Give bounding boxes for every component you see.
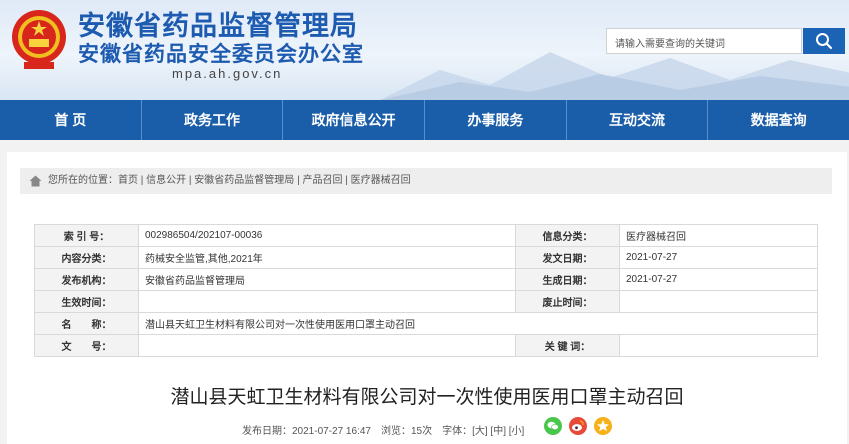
search-input[interactable]: 请输入需要查询的关键词: [606, 28, 802, 54]
table-row: 内容分类： 药械安全监管,其他,2021年 发文日期： 2021-07-27: [34, 246, 818, 269]
search-button[interactable]: [803, 28, 845, 54]
content-card: 您所在的位置：首页 | 信息公开 | 安徽省药品监督管理局 | 产品召回 | 医…: [7, 152, 847, 444]
table-row: 索 引 号： 002986504/202107-00036 信息分类： 医疗器械…: [34, 224, 818, 247]
nav-interaction[interactable]: 互动交流: [567, 100, 709, 140]
meta-label: 名 称：: [34, 312, 139, 335]
meta-value: 安徽省药品监督管理局: [138, 268, 516, 291]
national-emblem-icon: [12, 10, 66, 69]
meta-value: [138, 290, 516, 313]
publish-info: 发布日期：2021-07-27 16:47 浏览：15次 字体：[大] [中] …: [242, 426, 525, 437]
document-meta-table: 索 引 号： 002986504/202107-00036 信息分类： 医疗器械…: [34, 224, 818, 357]
meta-label: 废止时间：: [515, 290, 620, 313]
table-row: 文 号： 关 键 词：: [34, 334, 818, 357]
meta-label: 发布机构：: [34, 268, 139, 291]
nav-data-query[interactable]: 数据查询: [708, 100, 849, 140]
meta-value: 002986504/202107-00036: [138, 224, 516, 247]
meta-value: [619, 290, 818, 313]
table-row: 名 称： 潜山县天虹卫生材料有限公司对一次性使用医用口罩主动召回: [34, 312, 818, 335]
home-icon: [29, 175, 42, 187]
nav-services[interactable]: 办事服务: [425, 100, 567, 140]
meta-value: 2021-07-27: [619, 246, 818, 269]
qzone-share-button[interactable]: [594, 417, 612, 435]
meta-label: 关 键 词：: [515, 334, 620, 357]
breadcrumb-text[interactable]: 您所在的位置：首页 | 信息公开 | 安徽省药品监督管理局 | 产品召回 | 医…: [48, 175, 411, 186]
wechat-share-button[interactable]: [544, 417, 562, 435]
meta-label: 生成日期：: [515, 268, 620, 291]
meta-label: 内容分类：: [34, 246, 139, 269]
meta-label: 生效时间：: [34, 290, 139, 313]
article-title: 潜山县天虹卫生材料有限公司对一次性使用医用口罩主动召回: [170, 387, 684, 408]
nav-home[interactable]: 首 页: [0, 100, 142, 140]
weibo-share-button[interactable]: [569, 417, 587, 435]
meta-value: [619, 334, 818, 357]
site-subtitle: 安徽省药品安全委员会办公室: [78, 43, 364, 66]
weibo-icon: [572, 420, 584, 431]
wechat-icon: [547, 421, 559, 431]
meta-value: 2021-07-27: [619, 268, 818, 291]
meta-label: 文 号：: [34, 334, 139, 357]
site-domain: mpa.ah.gov.cn: [172, 66, 283, 81]
meta-label: 发文日期：: [515, 246, 620, 269]
meta-value: 医疗器械召回: [619, 224, 818, 247]
meta-value: 药械安全监管,其他,2021年: [138, 246, 516, 269]
table-row: 生效时间： 废止时间：: [34, 290, 818, 313]
meta-label: 信息分类：: [515, 224, 620, 247]
main-nav: 首 页 政务工作 政府信息公开 办事服务 互动交流 数据查询: [0, 100, 849, 140]
nav-government-affairs[interactable]: 政务工作: [142, 100, 284, 140]
star-icon: [597, 420, 609, 432]
table-row: 发布机构： 安徽省药品监督管理局 生成日期： 2021-07-27: [34, 268, 818, 291]
meta-value: [138, 334, 516, 357]
breadcrumb: 您所在的位置：首页 | 信息公开 | 安徽省药品监督管理局 | 产品召回 | 医…: [20, 168, 832, 194]
search-icon: [816, 33, 833, 50]
nav-info-disclosure[interactable]: 政府信息公开: [283, 100, 426, 140]
meta-value: 潜山县天虹卫生材料有限公司对一次性使用医用口罩主动召回: [138, 312, 818, 335]
site-header: 安徽省药品监督管理局 安徽省药品安全委员会办公室 mpa.ah.gov.cn 请…: [0, 0, 849, 100]
meta-label: 索 引 号：: [34, 224, 139, 247]
